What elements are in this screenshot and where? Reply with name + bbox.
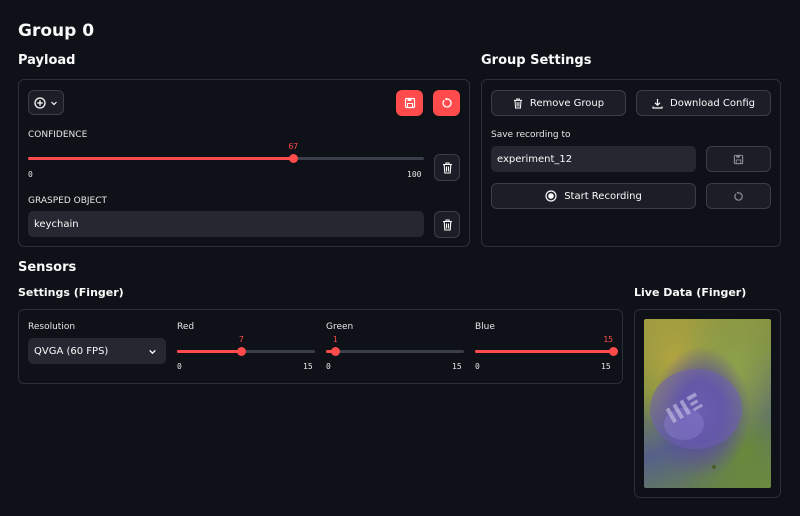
grasped-object-input[interactable]: keychain [28, 211, 424, 237]
remove-group-button[interactable]: Remove Group [491, 90, 626, 116]
confidence-label: CONFIDENCE [28, 130, 88, 140]
resolution-value: QVGA (60 FPS) [34, 345, 109, 357]
save-recording-label: Save recording to [491, 130, 571, 140]
payload-heading: Payload [18, 53, 76, 68]
blue-min: 0 [475, 362, 480, 371]
red-slider-thumb[interactable] [236, 347, 246, 356]
save-recording-input[interactable]: experiment_12 [491, 146, 696, 172]
resolution-label: Resolution [28, 322, 76, 332]
blue-slider[interactable]: 15 [475, 335, 618, 356]
sensors-heading: Sensors [18, 260, 77, 275]
green-max: 15 [452, 362, 462, 371]
delete-confidence-button[interactable] [434, 154, 460, 181]
live-data-heading: Live Data (Finger) [634, 286, 747, 299]
trash-icon [442, 161, 452, 174]
reset-recording-button[interactable] [706, 183, 771, 209]
red-min: 0 [177, 362, 182, 371]
trash-icon [513, 97, 522, 109]
refresh-icon [734, 191, 743, 201]
confidence-slider[interactable]: 67 [28, 142, 424, 163]
confidence-slider-thumb[interactable] [288, 154, 298, 163]
blue-max: 15 [601, 362, 611, 371]
green-label: Green [326, 322, 354, 332]
resolution-select[interactable]: QVGA (60 FPS) [28, 338, 166, 364]
sensor-frame-graphic [650, 369, 742, 469]
download-icon [652, 98, 663, 109]
group-settings-heading: Group Settings [481, 53, 592, 68]
green-min: 0 [326, 362, 331, 371]
download-config-button[interactable]: Download Config [636, 90, 771, 116]
refresh-icon [441, 97, 452, 108]
record-icon [545, 190, 557, 202]
page-title: Group 0 [18, 21, 95, 41]
red-value: 7 [238, 335, 244, 344]
start-recording-label: Start Recording [564, 190, 642, 202]
grasped-object-label: GRASPED OBJECT [28, 196, 108, 206]
chevron-down-icon [51, 101, 57, 105]
blue-value: 15 [603, 335, 613, 344]
save-icon [733, 154, 744, 164]
save-icon [404, 97, 415, 109]
chevron-down-icon [149, 349, 156, 354]
blue-slider-thumb[interactable] [608, 347, 618, 356]
settings-finger-heading: Settings (Finger) [18, 286, 124, 299]
download-config-label: Download Config [670, 97, 755, 109]
add-payload-dropdown[interactable] [28, 90, 64, 115]
trash-icon [442, 218, 452, 231]
red-slider[interactable]: 7 [177, 335, 315, 356]
green-slider[interactable]: 1 [326, 335, 464, 356]
start-recording-button[interactable]: Start Recording [491, 183, 696, 209]
green-slider-thumb[interactable] [330, 347, 340, 356]
remove-group-label: Remove Group [529, 97, 605, 109]
confidence-value: 67 [288, 142, 299, 151]
save-recording-button[interactable] [706, 146, 771, 172]
blue-label: Blue [475, 322, 495, 332]
confidence-min: 0 [28, 170, 33, 179]
confidence-max: 100 [407, 170, 422, 179]
delete-grasped-button[interactable] [434, 211, 460, 238]
plus-circle-icon [34, 96, 46, 109]
save-payload-button[interactable] [396, 90, 423, 116]
green-value: 1 [332, 335, 338, 344]
red-max: 15 [303, 362, 313, 371]
red-label: Red [177, 322, 195, 332]
live-sensor-image [644, 319, 771, 488]
reset-payload-button[interactable] [433, 90, 460, 116]
